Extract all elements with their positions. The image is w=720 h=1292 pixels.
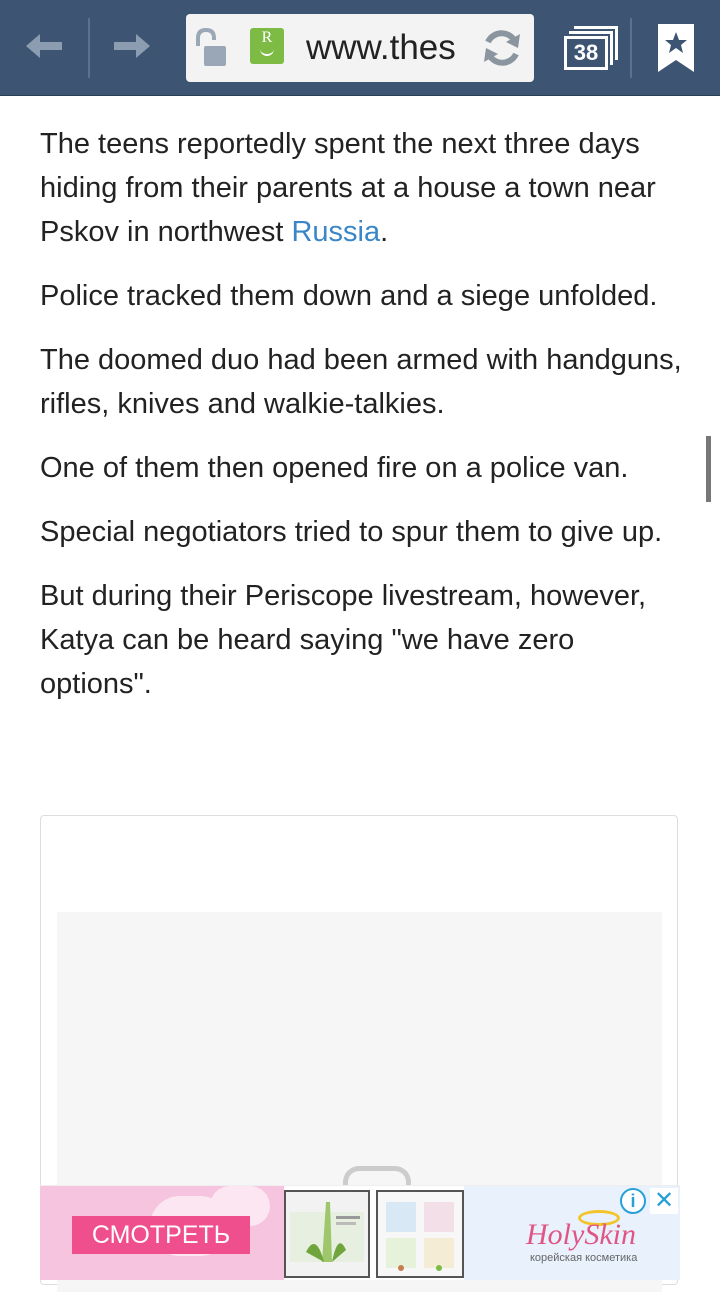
sheet-masks-icon xyxy=(386,1202,454,1271)
ad-brand-area[interactable]: HolySkin корейская косметика xyxy=(464,1186,680,1280)
site-favicon: R xyxy=(250,28,284,64)
unlocked-padlock-icon xyxy=(196,28,226,66)
paragraph: The teens reportedly spent the next thre… xyxy=(40,128,656,248)
tabs-button[interactable]: 38 xyxy=(560,22,618,72)
url-text[interactable]: www.thes xyxy=(306,28,476,68)
ad-close-icon[interactable]: ✕ xyxy=(650,1188,678,1214)
ad-banner[interactable]: СМОТРЕТЬ HolySkin корейская косметика i … xyxy=(40,1185,680,1280)
toolbar-divider xyxy=(630,18,632,78)
address-bar[interactable]: R www.thes xyxy=(186,14,534,82)
ad-brand-tagline: корейская косметика xyxy=(530,1252,638,1264)
paragraph: Police tracked them down and a siege unf… xyxy=(40,280,658,312)
paragraph: The doomed duo had been armed with handg… xyxy=(40,344,682,420)
arrow-left-icon xyxy=(26,34,62,58)
paragraph: One of them then opened fire on a police… xyxy=(40,452,629,484)
forward-button[interactable] xyxy=(108,22,156,70)
russia-link[interactable]: Russia xyxy=(291,216,380,248)
scrollbar[interactable] xyxy=(706,436,711,502)
article-body: The teens reportedly spent the next thre… xyxy=(40,122,690,726)
tab-count: 38 xyxy=(564,36,608,70)
back-button[interactable] xyxy=(20,22,68,70)
reload-icon[interactable] xyxy=(480,26,524,70)
arrow-right-icon xyxy=(114,34,150,58)
browser-toolbar: R www.thes 38 xyxy=(0,0,720,96)
toolbar-divider xyxy=(88,18,90,78)
ad-background: СМОТРЕТЬ xyxy=(40,1186,284,1280)
aloe-bottle-icon xyxy=(290,1202,364,1262)
paragraph: But during their Periscope livestream, h… xyxy=(40,580,647,700)
paragraph: Special negotiators tried to spur them t… xyxy=(40,516,663,548)
ad-info-icon[interactable]: i xyxy=(620,1188,646,1214)
ad-brand-name: HolySkin xyxy=(526,1218,636,1251)
ad-product-image[interactable] xyxy=(376,1190,464,1278)
ad-product-image[interactable] xyxy=(284,1190,370,1278)
watch-button[interactable]: СМОТРЕТЬ xyxy=(72,1216,250,1254)
bookmark-star-icon[interactable] xyxy=(654,22,698,74)
